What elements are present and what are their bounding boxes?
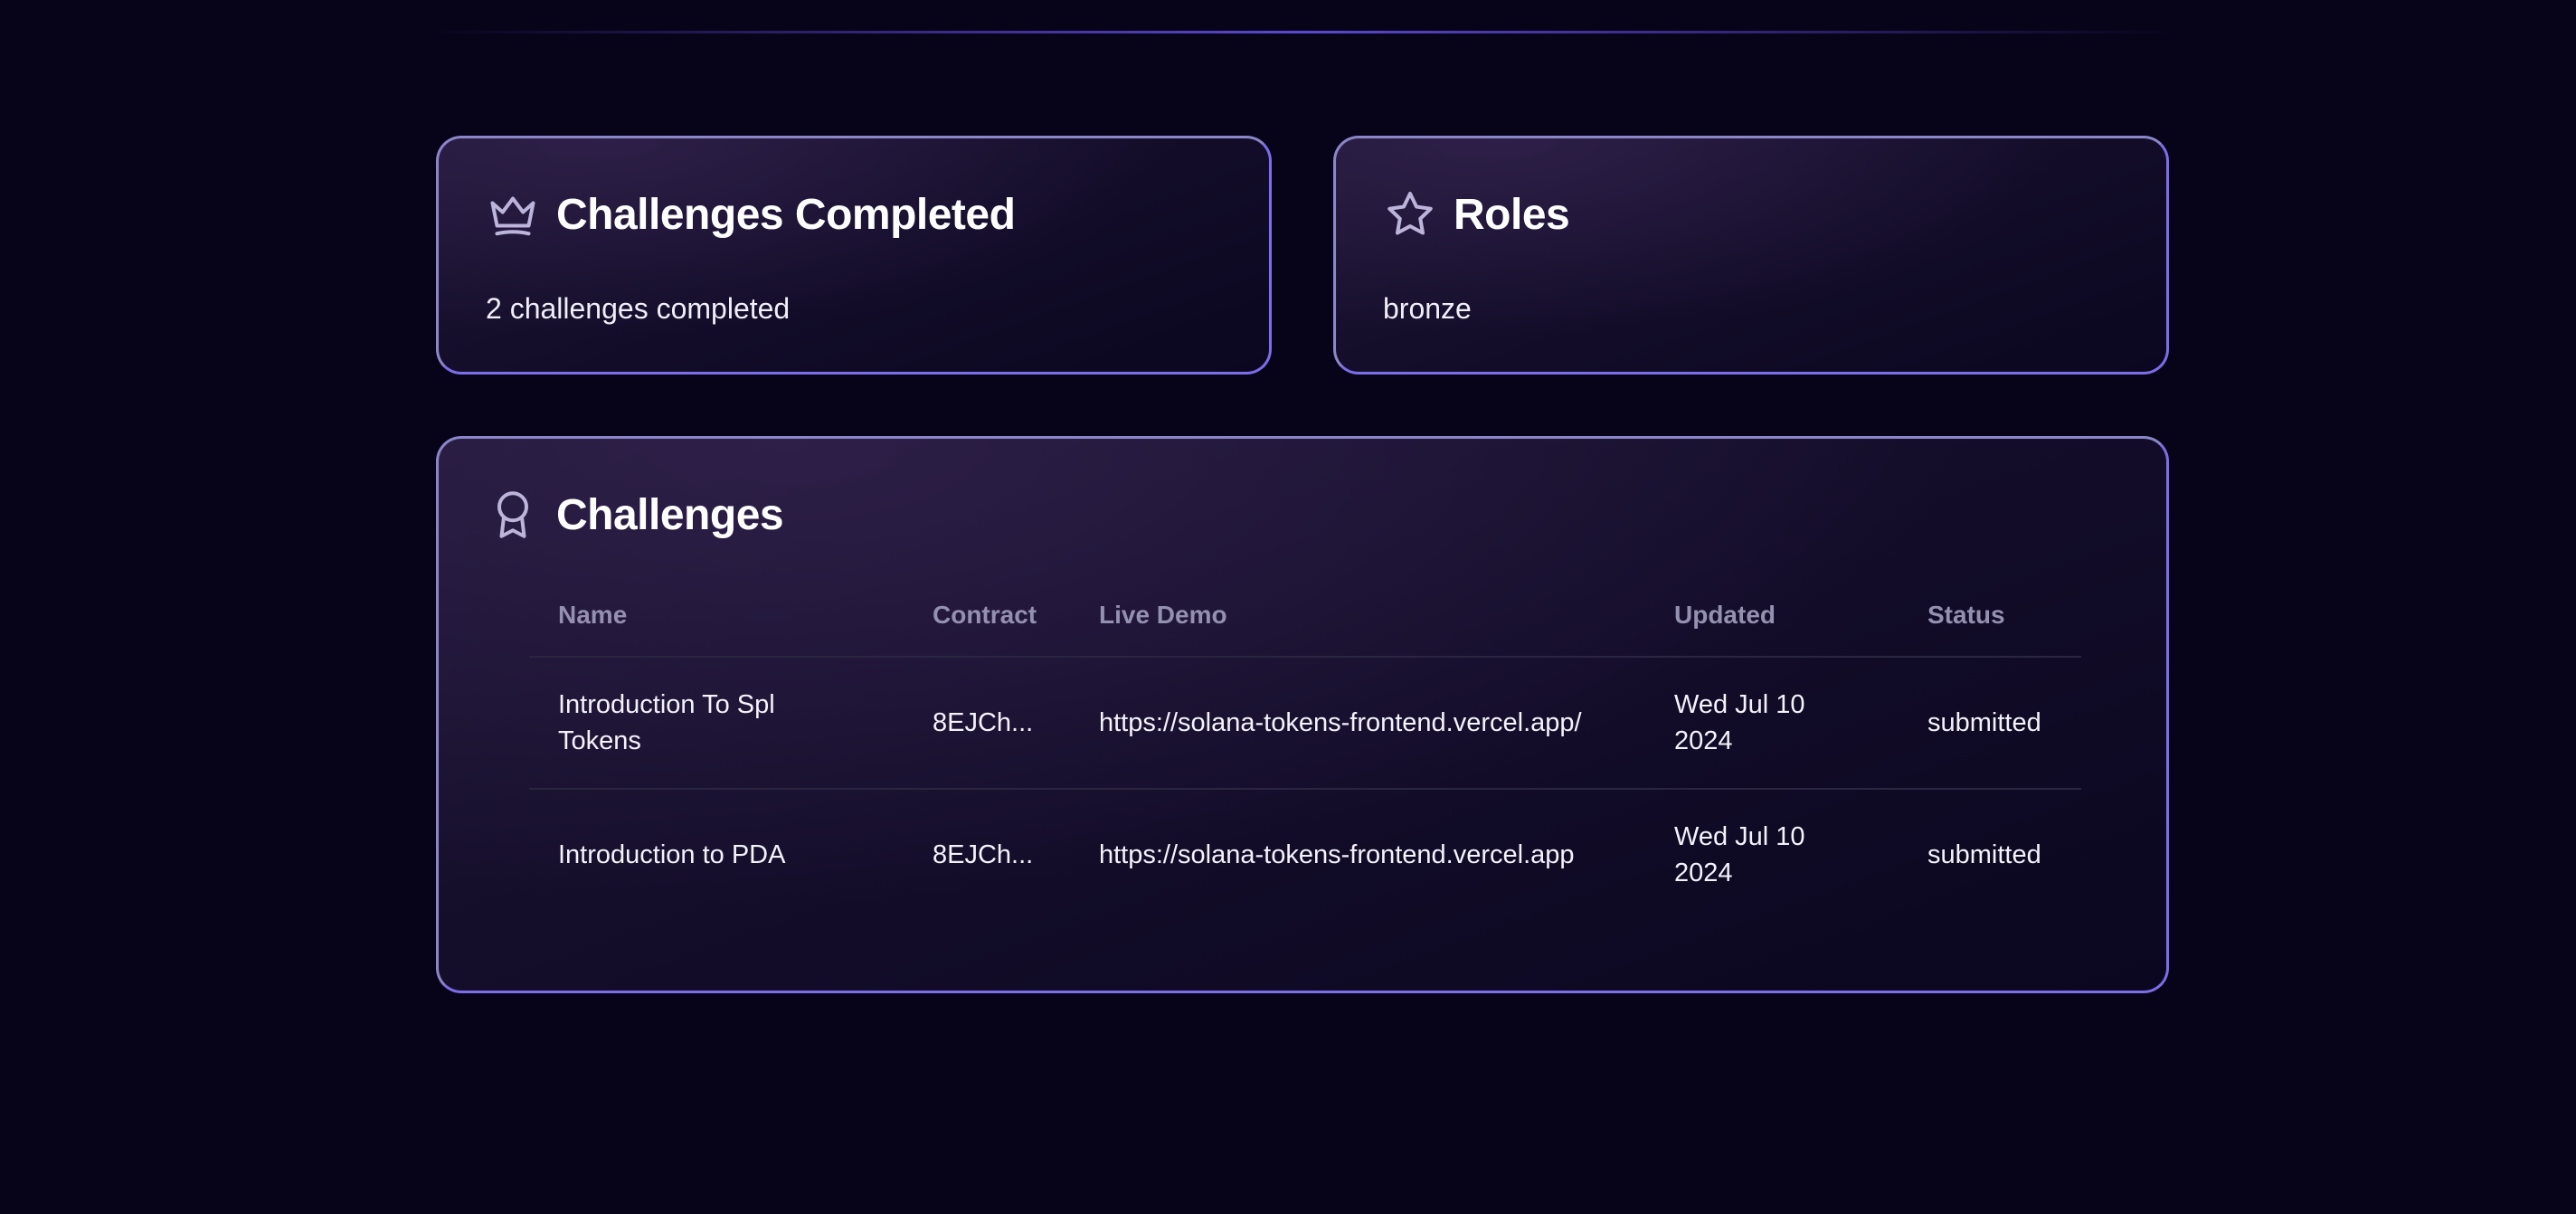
roles-card: Roles bronze [1333,136,2169,375]
challenges-completed-header: Challenges Completed [486,187,1016,242]
contract-address[interactable]: 8EJCh... [933,705,1099,741]
challenge-name: Introduction To Spl Tokens [558,690,775,755]
updated-date: Wed Jul 10 2024 [1674,690,1805,755]
top-divider [434,31,2171,33]
award-icon [486,488,540,542]
roles-title: Roles [1454,190,1570,239]
column-header-contract: Contract [933,601,1037,629]
challenges-completed-card: Challenges Completed 2 challenges comple… [436,136,1272,375]
challenges-header: Challenges [486,488,784,542]
crown-icon [486,187,540,242]
column-header-name: Name [558,601,628,629]
challenge-name: Introduction to PDA [558,840,786,869]
challenges-completed-count: 2 challenges completed [486,292,791,325]
live-demo-link[interactable]: https://solana-tokens-frontend.vercel.ap… [1099,837,1651,873]
role-value: bronze [1383,292,1472,325]
table-row[interactable]: Introduction To Spl Tokens 8EJCh... http… [529,658,2081,790]
column-header-live-demo: Live Demo [1099,601,1227,629]
challenges-completed-title: Challenges Completed [556,190,1016,239]
star-icon [1383,187,1437,242]
challenges-card: Challenges Name Contract Live Demo Updat… [436,436,2169,993]
challenges-title: Challenges [556,490,784,539]
status-text: submitted [1927,708,2041,737]
challenges-table: Name Contract Live Demo Updated Status I… [529,574,2081,920]
updated-date: Wed Jul 10 2024 [1674,822,1805,887]
roles-header: Roles [1383,187,1570,242]
status-text: submitted [1927,840,2041,869]
table-header: Name Contract Live Demo Updated Status [529,574,2081,658]
contract-address[interactable]: 8EJCh... [933,837,1099,873]
column-header-status: Status [1927,601,2005,629]
live-demo-link[interactable]: https://solana-tokens-frontend.vercel.ap… [1099,705,1651,741]
column-header-updated: Updated [1674,601,1776,629]
table-row[interactable]: Introduction to PDA 8EJCh... https://sol… [529,790,2081,920]
